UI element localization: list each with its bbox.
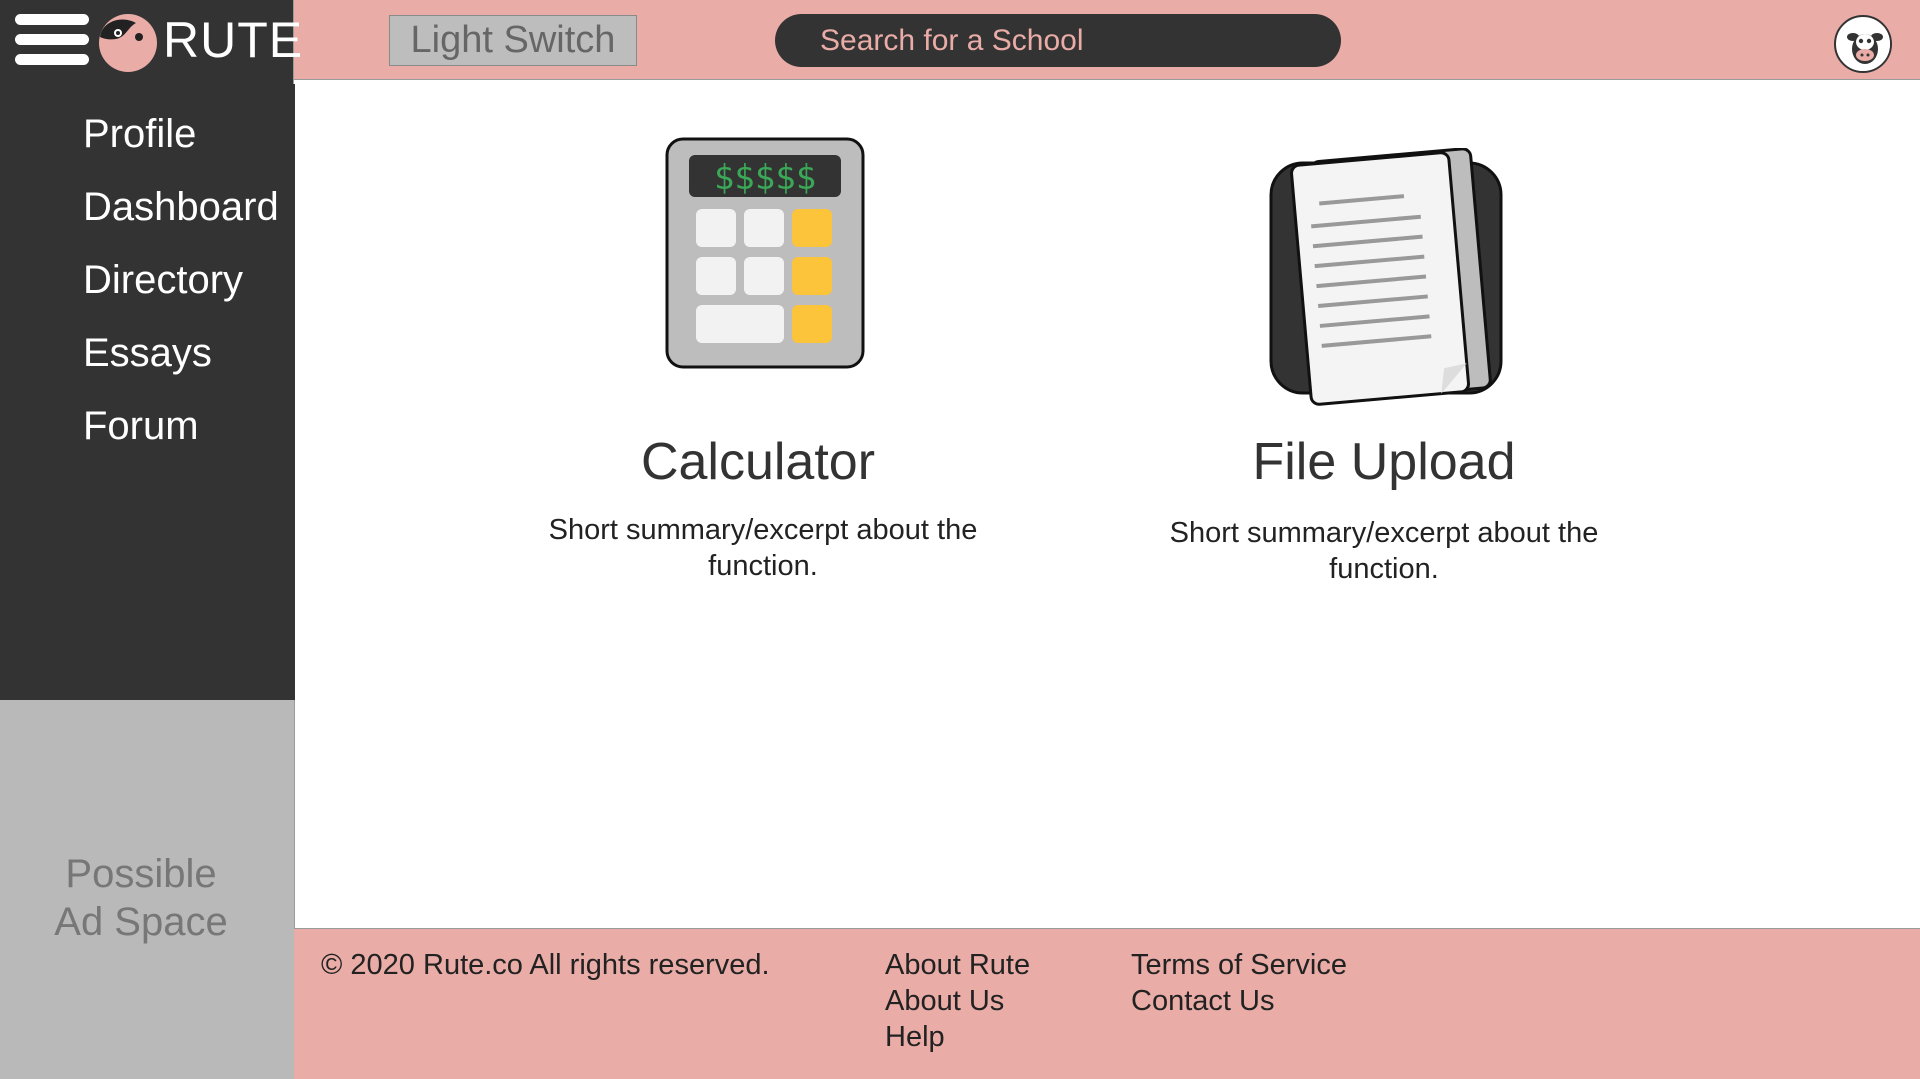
search-input[interactable]: [820, 14, 1320, 67]
footer-link-contact[interactable]: Contact Us: [1131, 983, 1274, 1019]
footer-link-about-us[interactable]: About Us: [885, 983, 1004, 1019]
sidebar: Profile Dashboard Directory Essays Forum: [0, 84, 295, 700]
sidebar-item-directory[interactable]: Directory: [83, 256, 243, 304]
file-upload-title[interactable]: File Upload: [1134, 432, 1634, 492]
footer-link-help[interactable]: Help: [885, 1019, 945, 1055]
ad-space-label: Possible Ad Space: [54, 852, 228, 944]
calculator-title[interactable]: Calculator: [508, 432, 1008, 492]
copyright-text: © 2020 Rute.co All rights reserved.: [321, 949, 770, 981]
brand-name[interactable]: RUTE: [163, 14, 303, 66]
rute-logo-icon: [99, 14, 157, 72]
calculator-display-text: $$$$$: [714, 158, 816, 198]
ad-space: Possible Ad Space: [0, 700, 295, 1079]
footer-link-terms[interactable]: Terms of Service: [1131, 947, 1347, 983]
hamburger-menu-icon[interactable]: [15, 14, 89, 66]
sidebar-item-dashboard[interactable]: Dashboard: [83, 183, 279, 231]
calculator-summary: Short summary/excerpt about the function…: [548, 514, 978, 582]
sidebar-item-essays[interactable]: Essays: [83, 329, 212, 377]
sidebar-item-forum[interactable]: Forum: [83, 402, 199, 450]
cow-avatar-icon: [1838, 19, 1890, 71]
avatar[interactable]: [1834, 15, 1892, 73]
search-bar[interactable]: [775, 14, 1341, 67]
sidebar-item-profile[interactable]: Profile: [83, 110, 196, 158]
light-switch-button[interactable]: Light Switch: [389, 15, 637, 66]
footer-link-about-rute[interactable]: About Rute: [885, 947, 1030, 983]
document-icon: [1269, 148, 1503, 406]
calculator-icon: $$$$$: [665, 137, 865, 369]
file-upload-summary: Short summary/excerpt about the function…: [1169, 517, 1599, 585]
brand-area: RUTE: [0, 0, 302, 84]
footer: © 2020 Rute.co All rights reserved. Abou…: [294, 928, 1920, 1079]
